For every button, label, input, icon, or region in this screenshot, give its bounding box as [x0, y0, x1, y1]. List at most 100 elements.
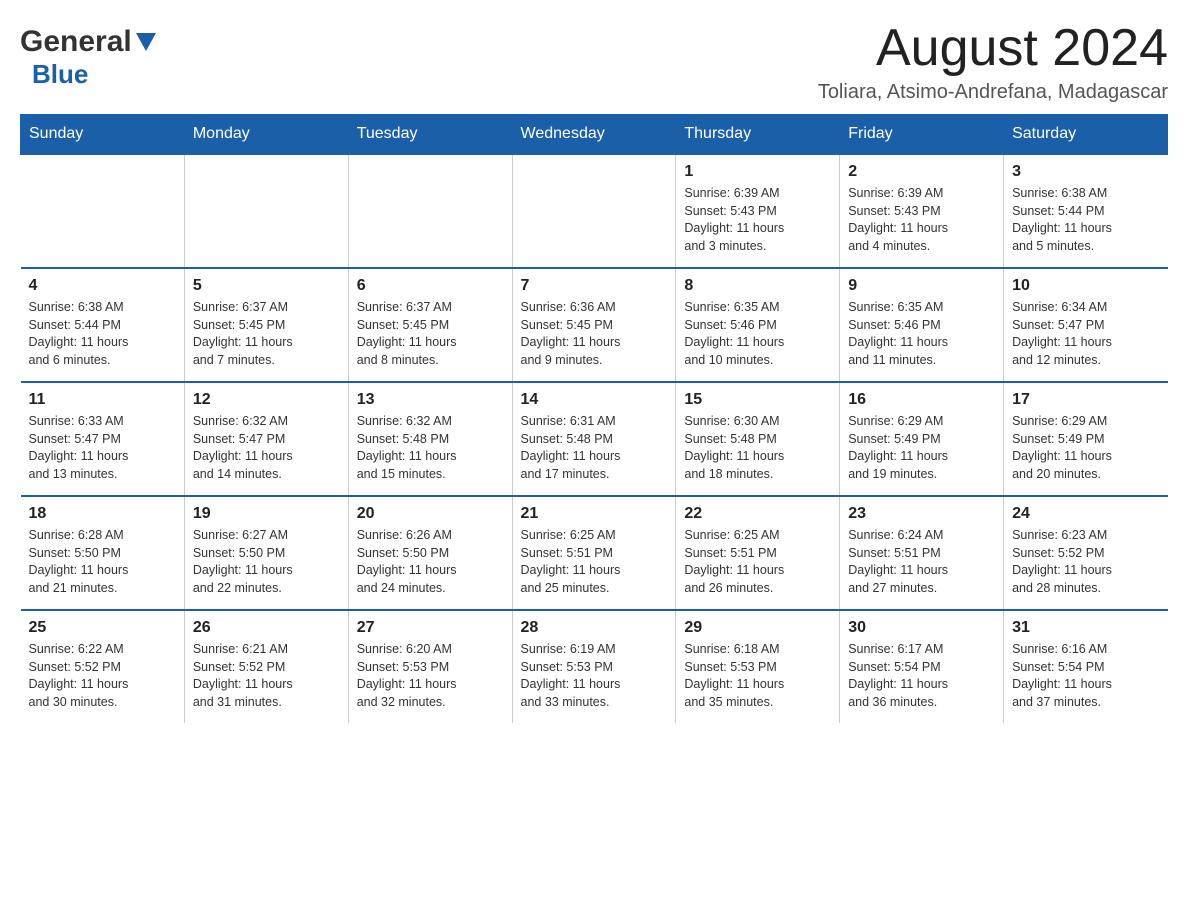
month-title: August 2024 — [818, 20, 1168, 77]
calendar-cell — [21, 154, 185, 268]
day-info: Sunrise: 6:31 AMSunset: 5:48 PMDaylight:… — [521, 413, 668, 483]
day-info: Sunrise: 6:32 AMSunset: 5:47 PMDaylight:… — [193, 413, 340, 483]
day-info: Sunrise: 6:19 AMSunset: 5:53 PMDaylight:… — [521, 641, 668, 711]
day-number: 2 — [848, 163, 995, 181]
day-info: Sunrise: 6:20 AMSunset: 5:53 PMDaylight:… — [357, 641, 504, 711]
day-number: 16 — [848, 391, 995, 409]
day-number: 17 — [1012, 391, 1159, 409]
day-number: 25 — [29, 619, 176, 637]
calendar-cell: 30Sunrise: 6:17 AMSunset: 5:54 PMDayligh… — [840, 610, 1004, 723]
logo-blue-text: Blue — [32, 59, 88, 90]
column-header-sunday: Sunday — [21, 115, 185, 155]
day-number: 5 — [193, 277, 340, 295]
calendar-week-row: 25 Sunrise: 6:22 AMSunset: 5:52 PMDayligh… — [21, 610, 1168, 723]
day-number: 26 — [193, 619, 340, 637]
day-info: Sunrise: 6:25 AMSunset: 5:51 PMDaylight:… — [521, 527, 668, 597]
day-number: 12 — [193, 391, 340, 409]
day-info: Sunrise: 6:17 AMSunset: 5:54 PMDaylight:… — [848, 641, 995, 711]
day-info: Sunrise: 6:39 AMSunset: 5:43 PMDaylight:… — [848, 185, 995, 255]
day-info: Sunrise: 6:24 AMSunset: 5:51 PMDaylight:… — [848, 527, 995, 597]
day-number: 10 — [1012, 277, 1159, 295]
day-number: 7 — [521, 277, 668, 295]
column-header-wednesday: Wednesday — [512, 115, 676, 155]
day-info: Sunrise: 6:38 AMSunset: 5:44 PMDaylight:… — [29, 299, 176, 369]
calendar-week-row: 4 Sunrise: 6:38 AMSunset: 5:44 PMDaylight… — [21, 268, 1168, 382]
column-header-friday: Friday — [840, 115, 1004, 155]
calendar-cell: 2 Sunrise: 6:39 AMSunset: 5:43 PMDaylight… — [840, 154, 1004, 268]
day-info: Sunrise: 6:35 AMSunset: 5:46 PMDaylight:… — [684, 299, 831, 369]
day-info: Sunrise: 6:26 AMSunset: 5:50 PMDaylight:… — [357, 527, 504, 597]
day-info: Sunrise: 6:29 AMSunset: 5:49 PMDaylight:… — [1012, 413, 1159, 483]
day-number: 3 — [1012, 163, 1159, 181]
day-number: 28 — [521, 619, 668, 637]
page-header: General Blue August 2024 Toliara, Atsimo… — [20, 20, 1168, 104]
logo-general-text: General — [20, 25, 132, 59]
day-info: Sunrise: 6:23 AMSunset: 5:52 PMDaylight:… — [1012, 527, 1159, 597]
day-number: 29 — [684, 619, 831, 637]
calendar-cell: 9Sunrise: 6:35 AMSunset: 5:46 PMDaylight… — [840, 268, 1004, 382]
day-number: 21 — [521, 505, 668, 523]
day-number: 8 — [684, 277, 831, 295]
calendar-cell: 16 Sunrise: 6:29 AMSunset: 5:49 PMDayligh… — [840, 382, 1004, 496]
day-info: Sunrise: 6:34 AMSunset: 5:47 PMDaylight:… — [1012, 299, 1159, 369]
day-number: 24 — [1012, 505, 1159, 523]
day-number: 11 — [29, 391, 176, 409]
calendar-header-row: SundayMondayTuesdayWednesdayThursdayFrid… — [21, 115, 1168, 155]
calendar-week-row: 11Sunrise: 6:33 AMSunset: 5:47 PMDayligh… — [21, 382, 1168, 496]
calendar-cell — [184, 154, 348, 268]
day-number: 6 — [357, 277, 504, 295]
calendar-cell: 26 Sunrise: 6:21 AMSunset: 5:52 PMDayligh… — [184, 610, 348, 723]
calendar-week-row: 1 Sunrise: 6:39 AMSunset: 5:43 PMDaylight… — [21, 154, 1168, 268]
day-number: 27 — [357, 619, 504, 637]
day-number: 14 — [521, 391, 668, 409]
column-header-monday: Monday — [184, 115, 348, 155]
day-info: Sunrise: 6:32 AMSunset: 5:48 PMDaylight:… — [357, 413, 504, 483]
calendar-cell: 29 Sunrise: 6:18 AMSunset: 5:53 PMDayligh… — [676, 610, 840, 723]
calendar-cell: 4 Sunrise: 6:38 AMSunset: 5:44 PMDaylight… — [21, 268, 185, 382]
calendar-cell: 10 Sunrise: 6:34 AMSunset: 5:47 PMDayligh… — [1004, 268, 1168, 382]
column-header-saturday: Saturday — [1004, 115, 1168, 155]
logo-triangle-icon — [136, 33, 156, 56]
calendar-cell: 8 Sunrise: 6:35 AMSunset: 5:46 PMDaylight… — [676, 268, 840, 382]
day-number: 15 — [684, 391, 831, 409]
calendar-cell: 6 Sunrise: 6:37 AMSunset: 5:45 PMDaylight… — [348, 268, 512, 382]
day-number: 20 — [357, 505, 504, 523]
calendar-cell: 11Sunrise: 6:33 AMSunset: 5:47 PMDayligh… — [21, 382, 185, 496]
calendar-cell: 17 Sunrise: 6:29 AMSunset: 5:49 PMDayligh… — [1004, 382, 1168, 496]
day-info: Sunrise: 6:22 AMSunset: 5:52 PMDaylight:… — [29, 641, 176, 711]
day-number: 1 — [684, 163, 831, 181]
logo: General Blue — [20, 20, 156, 90]
day-info: Sunrise: 6:21 AMSunset: 5:52 PMDaylight:… — [193, 641, 340, 711]
calendar-cell: 1 Sunrise: 6:39 AMSunset: 5:43 PMDaylight… — [676, 154, 840, 268]
calendar-cell: 31Sunrise: 6:16 AMSunset: 5:54 PMDayligh… — [1004, 610, 1168, 723]
calendar-cell: 20 Sunrise: 6:26 AMSunset: 5:50 PMDayligh… — [348, 496, 512, 610]
day-info: Sunrise: 6:39 AMSunset: 5:43 PMDaylight:… — [684, 185, 831, 255]
calendar-table: SundayMondayTuesdayWednesdayThursdayFrid… — [20, 114, 1168, 723]
location: Toliara, Atsimo-Andrefana, Madagascar — [818, 81, 1168, 104]
day-number: 4 — [29, 277, 176, 295]
day-info: Sunrise: 6:37 AMSunset: 5:45 PMDaylight:… — [357, 299, 504, 369]
calendar-cell: 27 Sunrise: 6:20 AMSunset: 5:53 PMDayligh… — [348, 610, 512, 723]
calendar-cell: 23 Sunrise: 6:24 AMSunset: 5:51 PMDayligh… — [840, 496, 1004, 610]
day-number: 23 — [848, 505, 995, 523]
day-number: 18 — [29, 505, 176, 523]
day-info: Sunrise: 6:29 AMSunset: 5:49 PMDaylight:… — [848, 413, 995, 483]
calendar-cell — [348, 154, 512, 268]
calendar-cell: 13Sunrise: 6:32 AMSunset: 5:48 PMDayligh… — [348, 382, 512, 496]
day-number: 22 — [684, 505, 831, 523]
calendar-cell: 14 Sunrise: 6:31 AMSunset: 5:48 PMDayligh… — [512, 382, 676, 496]
day-number: 9 — [848, 277, 995, 295]
calendar-week-row: 18 Sunrise: 6:28 AMSunset: 5:50 PMDayligh… — [21, 496, 1168, 610]
day-info: Sunrise: 6:30 AMSunset: 5:48 PMDaylight:… — [684, 413, 831, 483]
calendar-cell: 5 Sunrise: 6:37 AMSunset: 5:45 PMDaylight… — [184, 268, 348, 382]
day-info: Sunrise: 6:28 AMSunset: 5:50 PMDaylight:… — [29, 527, 176, 597]
calendar-cell: 15 Sunrise: 6:30 AMSunset: 5:48 PMDayligh… — [676, 382, 840, 496]
calendar-cell: 19Sunrise: 6:27 AMSunset: 5:50 PMDayligh… — [184, 496, 348, 610]
calendar-cell: 3Sunrise: 6:38 AMSunset: 5:44 PMDaylight… — [1004, 154, 1168, 268]
column-header-tuesday: Tuesday — [348, 115, 512, 155]
day-info: Sunrise: 6:25 AMSunset: 5:51 PMDaylight:… — [684, 527, 831, 597]
title-area: August 2024 Toliara, Atsimo-Andrefana, M… — [818, 20, 1168, 104]
day-info: Sunrise: 6:27 AMSunset: 5:50 PMDaylight:… — [193, 527, 340, 597]
day-info: Sunrise: 6:18 AMSunset: 5:53 PMDaylight:… — [684, 641, 831, 711]
day-info: Sunrise: 6:37 AMSunset: 5:45 PMDaylight:… — [193, 299, 340, 369]
